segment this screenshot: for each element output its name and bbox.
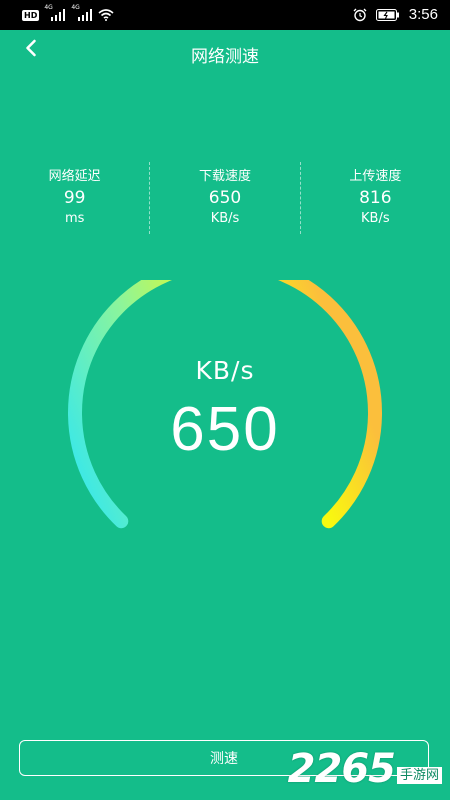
page-title: 网络测速 <box>191 47 259 67</box>
stat-label: 上传速度 <box>349 169 402 184</box>
gauge-value: 650 <box>170 395 280 464</box>
app-header: 网络测速 <box>0 30 450 78</box>
stat-latency: 网络延迟 99 ms <box>0 162 149 234</box>
status-time: 3:56 <box>408 6 438 23</box>
speed-gauge: KB/s 650 <box>0 280 450 550</box>
stat-value: 99 <box>63 188 86 208</box>
hd-badge: HD <box>22 9 40 21</box>
stat-label: 下载速度 <box>198 169 251 184</box>
status-left: HD 4G 4G <box>22 5 114 22</box>
watermark-logo: 2265 手游网 <box>288 742 442 792</box>
stat-unit: KB/s <box>361 211 390 226</box>
stats-row: 网络延迟 99 ms 下载速度 650 KB/s 上传速度 816 KB/s <box>0 162 450 234</box>
watermark-text: 手游网 <box>396 767 442 784</box>
stat-value: 650 <box>208 188 242 208</box>
wifi-icon <box>98 9 114 21</box>
gauge-unit: KB/s <box>195 356 255 385</box>
status-right: 3:56 <box>353 6 438 24</box>
stat-download: 下载速度 650 KB/s <box>149 162 299 234</box>
status-bar: HD 4G 4G 3:56 <box>0 0 450 30</box>
battery-icon <box>375 9 399 21</box>
alarm-icon <box>353 8 367 22</box>
signal-icon: 4G <box>44 5 66 22</box>
stat-value: 816 <box>359 188 392 208</box>
stat-upload: 上传速度 816 KB/s <box>299 162 450 234</box>
stat-label: 网络延迟 <box>48 169 101 184</box>
signal-icon: 4G <box>71 5 93 22</box>
stat-unit: KB/s <box>210 211 240 226</box>
watermark-number: 2265 <box>287 746 396 792</box>
stat-unit: ms <box>64 211 85 226</box>
